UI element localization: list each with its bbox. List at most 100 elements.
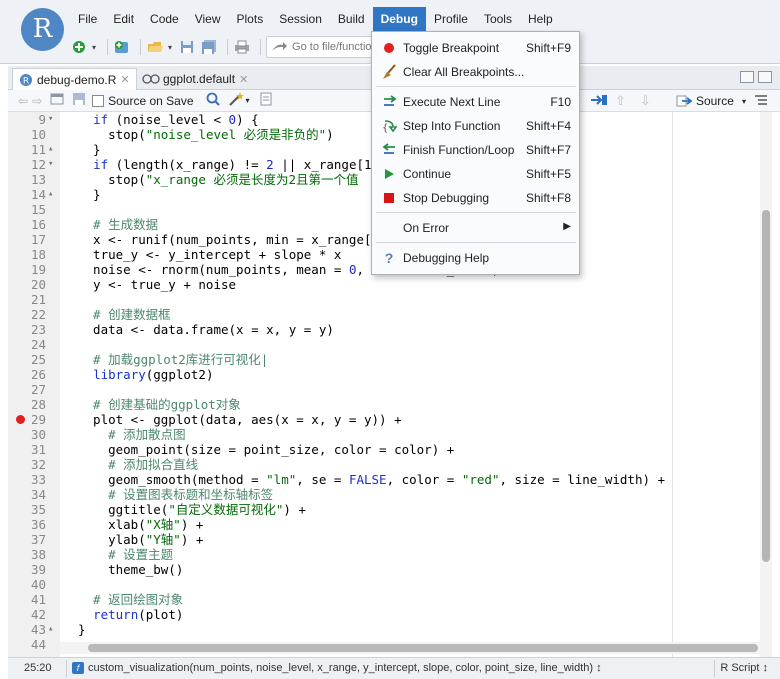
code-token: # 添加拟合直线 [78, 457, 199, 472]
vertical-scroll-thumb[interactable] [762, 210, 770, 562]
code-line[interactable]: 22 # 创建数据框 [8, 307, 668, 322]
compile-report-icon[interactable] [260, 92, 272, 109]
code-tools-dropdown-icon[interactable]: ▾ [246, 96, 250, 105]
code-line[interactable]: 43 ▴} [8, 622, 668, 637]
next-chunk-icon[interactable]: ⇩ [640, 93, 651, 109]
code-text: # 添加散点图 [78, 427, 186, 442]
code-line[interactable]: 30 # 添加散点图 [8, 427, 668, 442]
menu-code[interactable]: Code [142, 7, 187, 31]
source-on-save-checkbox[interactable] [92, 94, 105, 107]
code-line[interactable]: 35 ggtitle("自定义数据可视化") + [8, 502, 668, 517]
code-line[interactable]: 21 [8, 292, 668, 307]
code-line[interactable]: 37 ylab("Y轴") + [8, 532, 668, 547]
menu-help[interactable]: Help [520, 7, 561, 31]
code-line[interactable]: 38 # 设置主题 [8, 547, 668, 562]
menu-separator [376, 86, 576, 87]
fold-toggle-icon[interactable]: ▾ [48, 157, 58, 172]
code-token: "X轴" [145, 517, 181, 532]
code-line[interactable]: 34 # 设置图表标题和坐标轴标签 [8, 487, 668, 502]
previous-chunk-icon[interactable]: ⇧ [615, 93, 626, 109]
horizontal-scroll-thumb[interactable] [88, 644, 758, 652]
new-project-icon[interactable] [113, 38, 131, 56]
code-line[interactable]: 23 data <- data.frame(x = x, y = y) [8, 322, 668, 337]
show-in-window-icon[interactable] [50, 93, 64, 108]
code-line[interactable]: 24 [8, 337, 668, 352]
menu-item-clear-all-breakpoints[interactable]: Clear All Breakpoints... [372, 60, 579, 84]
code-line[interactable]: 28 # 创建基础的ggplot对象 [8, 397, 668, 412]
menu-tools[interactable]: Tools [476, 7, 520, 31]
minimize-pane-icon[interactable] [740, 71, 754, 83]
save-icon[interactable] [72, 92, 86, 109]
search-icon[interactable] [206, 92, 220, 109]
menu-file[interactable]: File [70, 7, 105, 31]
code-tools-wand-icon[interactable] [228, 92, 244, 109]
tab-label: debug-demo.R [37, 72, 117, 87]
menu-item-label: Clear All Breakpoints... [403, 65, 525, 79]
new-file-dropdown-icon[interactable]: ▾ [92, 43, 96, 52]
code-line[interactable]: 27 [8, 382, 668, 397]
code-line[interactable]: 33 geom_smooth(method = "lm", se = FALSE… [8, 472, 668, 487]
menu-session[interactable]: Session [271, 7, 330, 31]
back-icon[interactable]: ⇦ [18, 94, 28, 108]
file-type-selector[interactable]: R Script ↕ [720, 662, 768, 674]
menu-item-label: Toggle Breakpoint [403, 41, 500, 55]
menu-item-debugging-help[interactable]: ? Debugging Help [372, 246, 579, 270]
code-text: y <- true_y + noise [78, 277, 236, 292]
open-recent-dropdown-icon[interactable]: ▾ [168, 43, 172, 52]
menu-plots[interactable]: Plots [229, 7, 272, 31]
document-outline-icon[interactable] [754, 93, 768, 110]
save-all-icon[interactable] [200, 38, 218, 56]
vertical-scrollbar[interactable] [760, 112, 772, 657]
fold-toggle-icon[interactable]: ▴ [48, 622, 58, 637]
forward-icon[interactable]: ⇨ [32, 94, 42, 108]
source-dropdown-icon[interactable]: ▾ [742, 97, 746, 106]
save-icon[interactable] [178, 38, 196, 56]
code-line[interactable]: 40 [8, 577, 668, 592]
fold-toggle-icon[interactable]: ▾ [48, 112, 58, 127]
code-line[interactable]: 36 xlab("X轴") + [8, 517, 668, 532]
code-line[interactable]: 39 theme_bw() [8, 562, 668, 577]
fold-toggle-icon[interactable]: ▴ [48, 142, 58, 157]
code-token: x <- runif(num_points, min = x_range[1 [78, 232, 380, 247]
code-line[interactable]: 32 # 添加拟合直线 [8, 457, 668, 472]
code-line[interactable]: 20 y <- true_y + noise [8, 277, 668, 292]
menu-item-continue[interactable]: Continue Shift+F5 [372, 162, 579, 186]
code-token: if [93, 157, 109, 172]
line-number: 42 [30, 607, 46, 622]
code-token: # 设置图表标题和坐标轴标签 [78, 487, 274, 502]
menu-item-toggle-breakpoint[interactable]: Toggle Breakpoint Shift+F9 [372, 36, 579, 60]
print-icon[interactable] [233, 38, 251, 56]
source-button[interactable]: Source ▾ [676, 92, 746, 110]
tab-ggplot-default[interactable]: ggplot.default ✕ [136, 68, 254, 90]
close-icon[interactable]: ✕ [120, 73, 129, 86]
open-file-icon[interactable] [146, 38, 164, 56]
tab-debug-demo[interactable]: R debug-demo.R ✕ [12, 68, 137, 90]
code-line[interactable]: 29 plot <- ggplot(data, aes(x = x, y = y… [8, 412, 668, 427]
menu-profile[interactable]: Profile [426, 7, 476, 31]
new-file-icon[interactable] [70, 38, 88, 56]
menu-item-finish-function-loop[interactable]: Finish Function/Loop Shift+F7 [372, 138, 579, 162]
code-line[interactable]: 26 library(ggplot2) [8, 367, 668, 382]
menu-item-stop-debugging[interactable]: Stop Debugging Shift+F8 [372, 186, 579, 210]
menu-view[interactable]: View [187, 7, 229, 31]
maximize-pane-icon[interactable] [758, 71, 772, 83]
code-line[interactable]: 25 # 加载ggplot2库进行可视化| [8, 352, 668, 367]
current-function-scope[interactable]: custom_visualization(num_points, noise_l… [88, 662, 602, 674]
fold-toggle-icon[interactable]: ▴ [48, 187, 58, 202]
goto-file-function-input[interactable]: Go to file/function [266, 36, 377, 58]
menu-edit[interactable]: Edit [105, 7, 142, 31]
code-line[interactable]: 31 geom_point(size = point_size, color =… [8, 442, 668, 457]
code-token: ggtitle( [78, 502, 169, 517]
menu-item-step-into-function[interactable]: {Step Into Function Shift+F4 [372, 114, 579, 138]
menu-build[interactable]: Build [330, 7, 373, 31]
code-line[interactable]: 42 return(plot) [8, 607, 668, 622]
close-icon[interactable]: ✕ [239, 73, 248, 86]
code-line[interactable]: 41 # 返回绘图对象 [8, 592, 668, 607]
line-number: 23 [30, 322, 46, 337]
run-chunk-icon[interactable] [590, 93, 608, 110]
horizontal-scrollbar[interactable] [60, 642, 760, 654]
menu-debug[interactable]: Debug [372, 7, 426, 31]
menu-item-on-error[interactable]: On Error ▶ [372, 216, 579, 240]
menu-item-execute-next-line[interactable]: Execute Next Line F10 [372, 90, 579, 114]
